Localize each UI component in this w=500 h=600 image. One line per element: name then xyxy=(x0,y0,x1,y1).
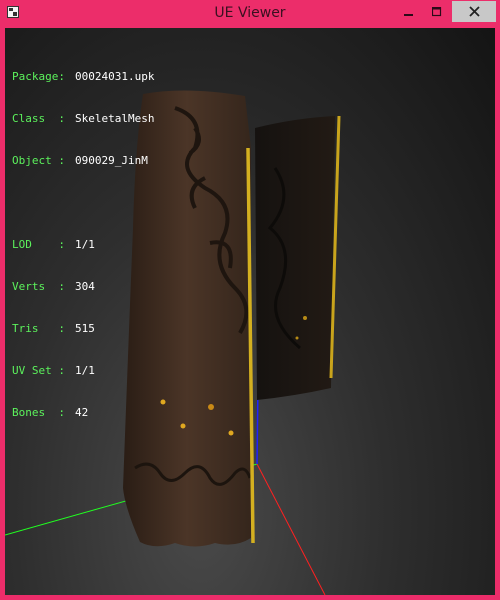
gem-4 xyxy=(228,430,234,436)
gem-2 xyxy=(208,404,214,410)
maximize-icon xyxy=(432,7,442,17)
close-icon xyxy=(468,6,480,17)
maximize-button[interactable] xyxy=(424,2,450,22)
back-gem-1 xyxy=(303,316,307,320)
verts-label: Verts : xyxy=(12,280,65,293)
class-value: SkeletalMesh xyxy=(75,112,155,125)
object-label: Object : xyxy=(12,154,65,167)
lod-label: LOD : xyxy=(12,238,65,251)
package-label: Package: xyxy=(12,70,65,83)
tris-label: Tris : xyxy=(12,322,65,335)
minimize-icon xyxy=(404,14,413,16)
title-bar[interactable]: UE Viewer xyxy=(0,0,500,28)
uvset-value: 1/1 xyxy=(75,364,95,377)
back-cloth-panel xyxy=(255,116,335,400)
tris-value: 515 xyxy=(75,322,95,335)
lod-value: 1/1 xyxy=(75,238,95,251)
uvset-label: UV Set : xyxy=(12,364,65,377)
bones-value: 42 xyxy=(75,406,89,419)
minimize-button[interactable] xyxy=(396,2,422,22)
back-gem-2 xyxy=(295,336,299,340)
3d-viewport[interactable]: Package: 00024031.upk Class : SkeletalMesh… xyxy=(5,28,495,595)
x-axis-line xyxy=(256,463,326,595)
gem-3 xyxy=(180,423,186,429)
mesh-info-overlay: Package: 00024031.upk Class : SkeletalMesh… xyxy=(12,42,154,448)
class-label: Class : xyxy=(12,112,65,125)
app-window: UE Viewer Package: 00024031.upk Class: … xyxy=(0,0,500,600)
close-button[interactable] xyxy=(452,1,496,22)
bones-label: Bones : xyxy=(12,406,65,419)
package-value: 00024031.upk xyxy=(75,70,155,83)
verts-value: 304 xyxy=(75,280,95,293)
gem-1 xyxy=(160,399,166,405)
object-value: 090029_JinM xyxy=(75,154,148,167)
